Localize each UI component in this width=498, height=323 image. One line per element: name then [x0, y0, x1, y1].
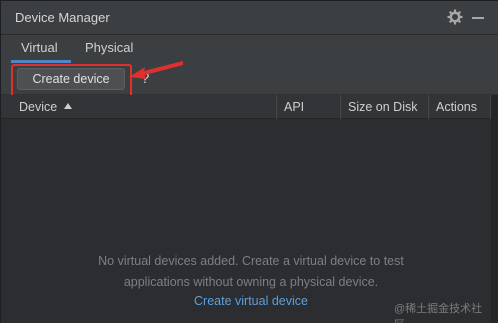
column-header-device[interactable]: Device — [19, 100, 57, 114]
red-arrow-icon — [129, 61, 183, 79]
sort-ascending-icon[interactable] — [64, 103, 72, 109]
tab-bar: Virtual Physical — [1, 35, 498, 63]
toolbar: Create device ? — [1, 61, 498, 98]
tab-physical[interactable]: Physical — [85, 40, 133, 55]
annotation-highlight-box — [11, 64, 132, 98]
device-list-area: No virtual devices added. Create a virtu… — [1, 119, 491, 323]
gear-icon[interactable] — [447, 9, 463, 25]
tab-virtual[interactable]: Virtual — [21, 40, 58, 55]
empty-state-line-2: applications without owning a physical d… — [123, 275, 379, 289]
empty-state-message: No virtual devices added. Create a virtu… — [1, 251, 498, 293]
column-divider[interactable] — [340, 95, 341, 119]
column-header-size[interactable]: Size on Disk — [348, 100, 417, 114]
minimize-icon[interactable] — [472, 17, 484, 19]
column-divider[interactable] — [276, 95, 277, 119]
watermark: @稀土掘金技术社区 — [394, 303, 483, 323]
window-title: Device Manager — [15, 10, 110, 25]
title-bar: Device Manager — [1, 1, 498, 35]
empty-state-line-1: No virtual devices added. Create a virtu… — [98, 254, 404, 268]
device-manager-panel: Device Manager Virtual Physical Create d… — [0, 0, 498, 323]
column-divider[interactable] — [428, 95, 429, 119]
table-header: Device API Size on Disk Actions — [1, 95, 498, 119]
column-header-actions[interactable]: Actions — [436, 100, 477, 114]
column-header-api[interactable]: API — [284, 100, 304, 114]
